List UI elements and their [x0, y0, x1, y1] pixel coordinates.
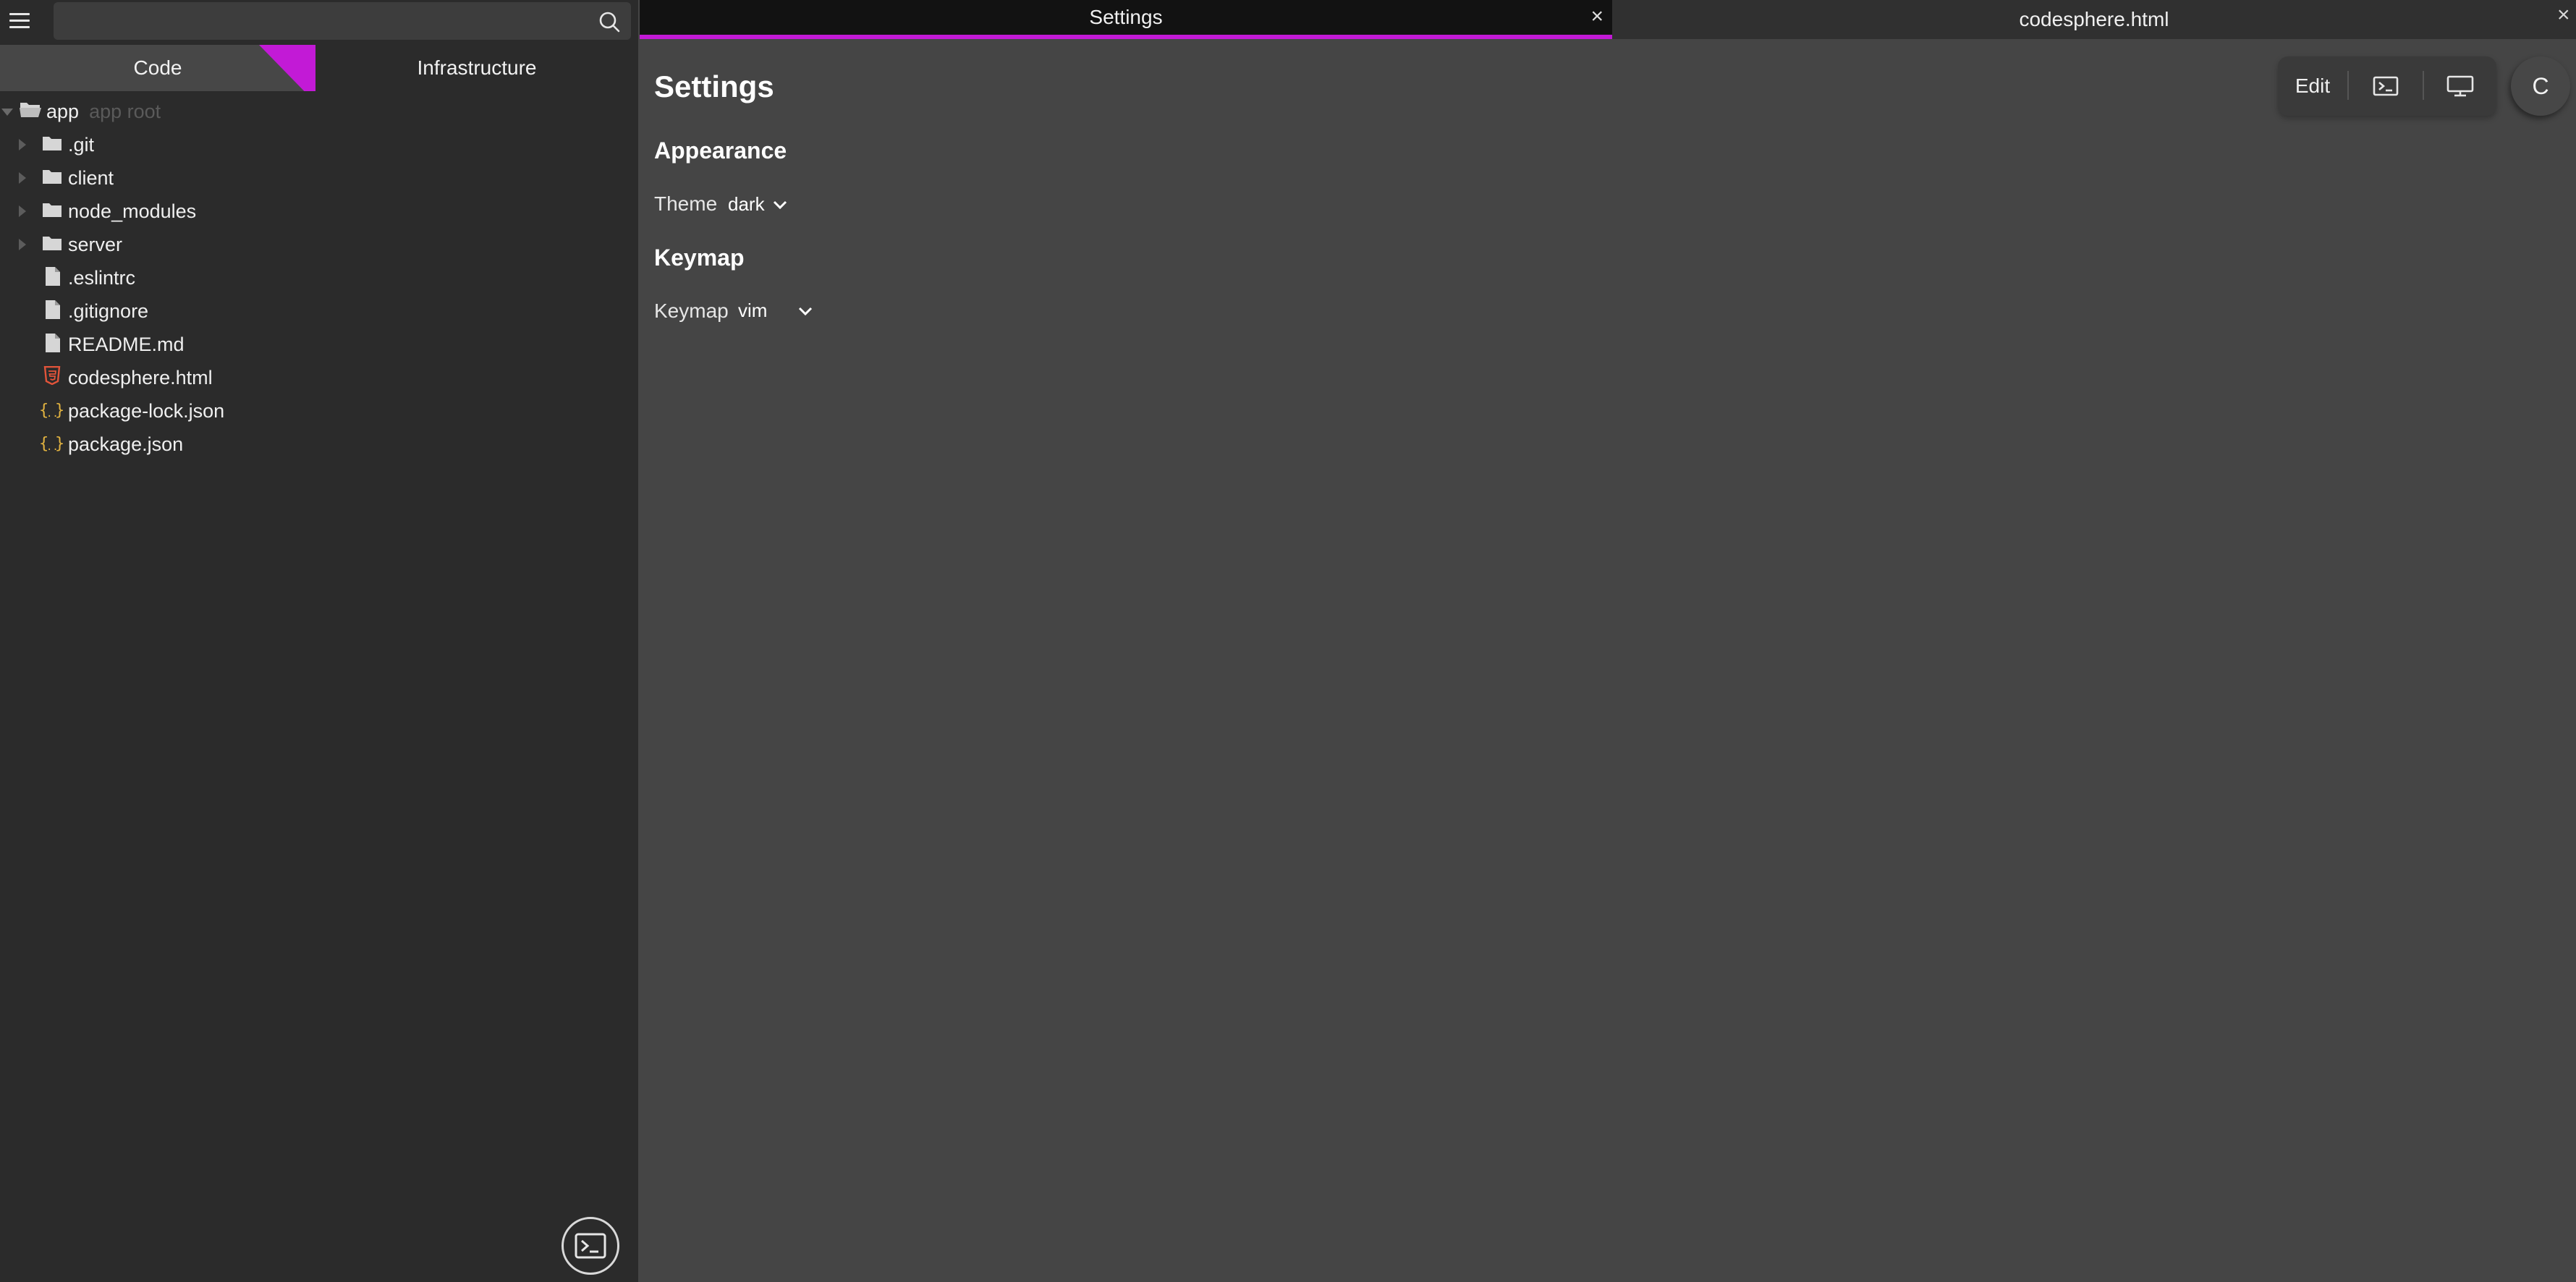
edit-button[interactable]: Edit [2278, 56, 2347, 116]
chevron-down-icon[interactable] [1, 109, 13, 116]
json-icon: { .. } [39, 435, 64, 453]
theme-select[interactable]: dark [728, 193, 788, 216]
sidebar: Code Infrastructure app app root .git cl… [0, 0, 638, 1282]
chevron-down-icon [799, 307, 813, 315]
json-icon: { .. } [39, 402, 64, 420]
svg-text:}: } [55, 402, 64, 420]
search-icon[interactable] [598, 10, 621, 33]
tree-file-label: .eslintrc [68, 266, 136, 289]
page-title: Settings [654, 69, 774, 103]
keymap-select-value: vim [738, 300, 768, 321]
tab-codesphere-html-label: codesphere.html [2019, 8, 2169, 30]
tree-file-eslintrc[interactable]: .eslintrc [0, 262, 638, 294]
tree-file-package-json[interactable]: { .. } package.json [0, 428, 638, 460]
avatar-initial: C [2532, 72, 2549, 99]
tab-settings-label: Settings [1089, 6, 1163, 28]
chevron-down-icon [773, 200, 787, 209]
avatar[interactable]: C [2511, 56, 2570, 116]
terminal-icon [575, 1233, 606, 1259]
editor-area: Settings × codesphere.html Settings Appe… [640, 0, 2576, 1282]
tree-folder-label: client [68, 166, 114, 189]
tree-folder-label: .git [68, 133, 95, 156]
sidebar-topbar [0, 0, 638, 41]
tree-folder-label: server [68, 233, 123, 255]
svg-text:}: } [55, 435, 64, 453]
close-icon[interactable]: × [2557, 3, 2570, 27]
folder-icon [43, 170, 62, 184]
edit-button-label: Edit [2295, 75, 2331, 97]
tree-file-gitignore[interactable]: .gitignore [0, 295, 638, 327]
editor-tabs: Settings × codesphere.html [640, 0, 2576, 39]
tree-file-label: README.md [68, 333, 185, 355]
tree-file-readme[interactable]: README.md [0, 328, 638, 360]
theme-select-value: dark [728, 193, 765, 215]
file-icon [46, 267, 60, 286]
tree-file-package-lock-json[interactable]: { .. } package-lock.json [0, 395, 638, 427]
close-icon[interactable]: × [1590, 6, 1603, 27]
chevron-right-icon[interactable] [19, 139, 26, 150]
tab-codesphere-html[interactable]: codesphere.html [1612, 0, 2576, 39]
terminal-view-button[interactable] [2349, 56, 2423, 116]
tree-file-label: .gitignore [68, 300, 149, 322]
tab-code-label: Code [133, 56, 182, 79]
keymap-select[interactable]: vim [738, 300, 813, 322]
file-icon [46, 334, 60, 352]
chevron-right-icon[interactable] [19, 172, 26, 184]
section-heading-keymap: Keymap [654, 245, 745, 271]
tree-folder-node-modules[interactable]: node_modules [0, 195, 638, 227]
folder-open-icon [20, 103, 41, 117]
tree-folder-client[interactable]: client [0, 162, 638, 194]
open-terminal-button[interactable] [562, 1217, 619, 1275]
chevron-right-icon[interactable] [19, 205, 26, 217]
search-box [54, 2, 631, 40]
search-input[interactable] [54, 2, 631, 40]
keymap-label: Keymap [654, 300, 729, 322]
tree-file-codesphere-html[interactable]: codesphere.html [0, 362, 638, 394]
terminal-icon [2373, 76, 2399, 96]
tree-folder-git[interactable]: .git [0, 129, 638, 161]
theme-label: Theme [654, 192, 718, 215]
tree-file-label: codesphere.html [68, 366, 213, 389]
view-mode-toolbar: Edit [2278, 56, 2496, 116]
active-tab-accent [259, 45, 315, 91]
file-icon [46, 300, 60, 319]
sidebar-tabs: Code Infrastructure [0, 45, 638, 91]
tab-code[interactable]: Code [0, 45, 315, 91]
folder-icon [43, 137, 62, 150]
tree-file-label: package.json [68, 433, 184, 455]
tree-folder-label: node_modules [68, 200, 197, 222]
monitor-icon [2446, 75, 2474, 97]
tree-root-label: app [46, 100, 80, 122]
chevron-right-icon[interactable] [19, 239, 26, 250]
tab-infrastructure-label: Infrastructure [417, 56, 537, 79]
folder-icon [43, 237, 62, 250]
tree-root-app[interactable]: app app root [0, 95, 638, 127]
folder-icon [43, 203, 62, 217]
tree-file-label: package-lock.json [68, 399, 225, 422]
preview-button[interactable] [2424, 56, 2496, 116]
tab-settings[interactable]: Settings × [640, 0, 1612, 39]
tree-root-hint: app root [89, 100, 161, 122]
html5-icon [43, 366, 61, 385]
section-heading-appearance: Appearance [654, 137, 787, 164]
menu-icon[interactable] [7, 9, 32, 32]
tab-infrastructure[interactable]: Infrastructure [315, 45, 638, 91]
tree-folder-server[interactable]: server [0, 229, 638, 260]
